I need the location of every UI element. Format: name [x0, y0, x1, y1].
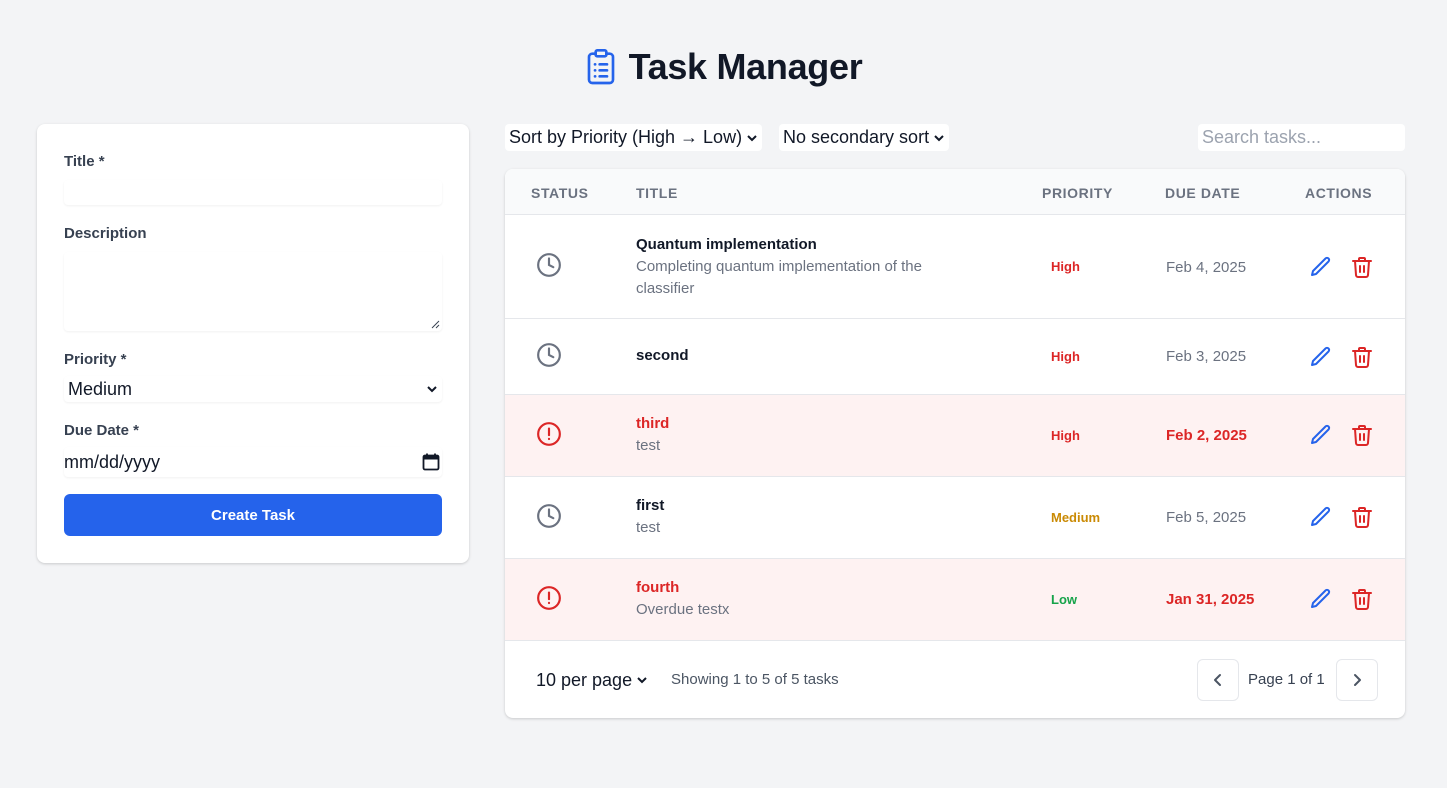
clock-icon: [537, 504, 561, 528]
table-row: third test High Feb 2, 2025: [505, 395, 1405, 477]
title-label: Title *: [64, 153, 105, 170]
page-title: Task Manager: [628, 46, 863, 87]
pencil-icon[interactable]: [1309, 255, 1333, 279]
table-row: second High Feb 3, 2025: [505, 319, 1405, 395]
trash-icon[interactable]: [1350, 587, 1374, 611]
due-date-value: mm/dd/yyyy: [64, 451, 161, 472]
page-indicator: Page 1 of 1: [1248, 671, 1325, 688]
trash-icon[interactable]: [1350, 255, 1374, 279]
trash-icon[interactable]: [1350, 345, 1374, 369]
clipboard-list-icon: [585, 49, 617, 85]
table-row: first test Medium Feb 5, 2025: [505, 477, 1405, 559]
task-title: Quantum implementation: [636, 236, 817, 253]
pencil-icon[interactable]: [1309, 505, 1333, 529]
showing-count: Showing 1 to 5 of 5 tasks: [671, 671, 839, 688]
title-input[interactable]: [64, 180, 442, 205]
clock-icon: [537, 253, 561, 277]
table-row: fourth Overdue testx Low Jan 31, 2025: [505, 559, 1405, 641]
pencil-icon[interactable]: [1309, 587, 1333, 611]
trash-icon[interactable]: [1350, 423, 1374, 447]
alert-circle-icon: [537, 422, 561, 446]
priority-select[interactable]: Medium: [64, 376, 442, 402]
task-title-cell: fourth Overdue testx: [636, 577, 976, 621]
task-title-cell: first test: [636, 495, 976, 539]
task-title: fourth: [636, 579, 680, 596]
task-title: first: [636, 497, 665, 514]
table-row: Quantum implementation Completing quantu…: [505, 215, 1405, 319]
task-title: second: [636, 347, 689, 364]
chevron-right-icon: [1354, 674, 1361, 686]
calendar-icon[interactable]: [422, 453, 440, 471]
primary-sort-select[interactable]: Sort by Priority (High → Low): [505, 124, 763, 151]
chevron-down-icon: [637, 677, 647, 684]
chevron-left-icon: [1214, 674, 1221, 686]
pencil-icon[interactable]: [1309, 423, 1333, 447]
per-page-value: 10 per page: [536, 669, 633, 690]
priority-select-value: Medium: [68, 378, 133, 399]
per-page-select[interactable]: 10 per page: [532, 667, 653, 693]
task-title: third: [636, 415, 670, 432]
description-label: Description: [64, 225, 147, 242]
task-title-cell: third test: [636, 413, 976, 457]
description-textarea[interactable]: [64, 252, 442, 331]
tasks-table: STATUS TITLE PRIORITY DUE DATE ACTIONS Q…: [505, 169, 1405, 718]
due-date: Feb 2, 2025: [1166, 427, 1247, 444]
due-date-label: Due Date *: [64, 422, 140, 439]
priority-badge: High: [1051, 349, 1080, 364]
pencil-icon[interactable]: [1309, 345, 1333, 369]
create-task-button[interactable]: Create Task: [64, 494, 442, 536]
primary-sort-value: Sort by Priority (High → Low): [509, 127, 743, 147]
chevron-down-icon: [427, 386, 437, 393]
trash-icon[interactable]: [1350, 505, 1374, 529]
task-title-cell: Quantum implementation Completing quantu…: [636, 234, 976, 300]
page-header: Task Manager: [0, 46, 1447, 88]
search-input[interactable]: Search tasks...: [1198, 124, 1405, 151]
task-description: Completing quantum implementation of the…: [636, 258, 922, 297]
priority-label: Priority *: [64, 351, 127, 368]
due-date: Feb 5, 2025: [1166, 509, 1247, 526]
search-placeholder: Search tasks...: [1202, 127, 1322, 147]
resize-handle-icon[interactable]: [430, 319, 440, 329]
column-header-due-date[interactable]: DUE DATE: [1165, 185, 1240, 201]
due-date: Feb 3, 2025: [1166, 348, 1247, 365]
clock-icon: [537, 343, 561, 367]
secondary-sort-value: No secondary sort: [783, 127, 930, 147]
chevron-down-icon: [934, 134, 944, 141]
task-description: Overdue testx: [636, 601, 730, 618]
secondary-sort-select[interactable]: No secondary sort: [779, 124, 950, 151]
previous-page-button[interactable]: [1197, 659, 1239, 701]
due-date-input[interactable]: mm/dd/yyyy: [64, 447, 442, 477]
priority-badge: High: [1051, 259, 1080, 274]
column-header-title[interactable]: TITLE: [636, 185, 678, 201]
due-date: Jan 31, 2025: [1166, 591, 1255, 608]
create-task-form: Title * Description Priority * Medium Du…: [37, 124, 469, 563]
priority-badge: Medium: [1051, 510, 1101, 525]
column-header-status[interactable]: STATUS: [531, 185, 589, 201]
due-date: Feb 4, 2025: [1166, 259, 1247, 276]
chevron-down-icon: [747, 134, 757, 141]
column-header-actions: ACTIONS: [1305, 185, 1373, 201]
table-header: STATUS TITLE PRIORITY DUE DATE ACTIONS: [505, 169, 1405, 215]
priority-badge: High: [1051, 428, 1080, 443]
next-page-button[interactable]: [1336, 659, 1378, 701]
alert-circle-icon: [537, 586, 561, 610]
task-description: test: [636, 519, 661, 536]
priority-badge: Low: [1051, 592, 1077, 607]
task-title-cell: second: [636, 345, 976, 367]
column-header-priority[interactable]: PRIORITY: [1042, 185, 1113, 201]
task-description: test: [636, 437, 661, 454]
